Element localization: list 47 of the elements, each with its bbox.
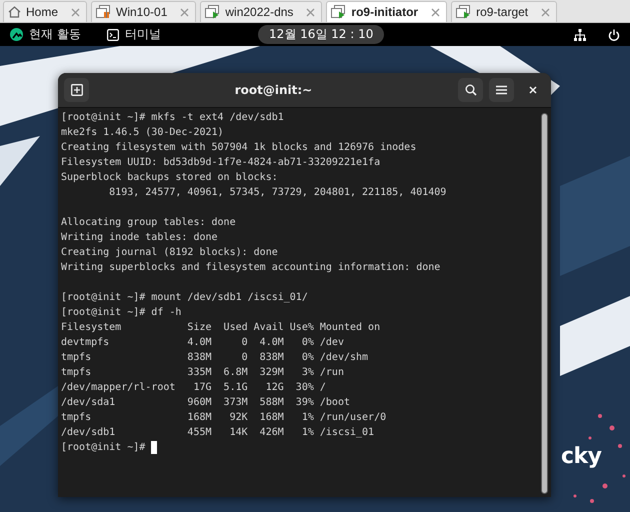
- text-cursor: [151, 441, 158, 454]
- terminal-line: Filesystem UUID: bd53db9d-1f7e-4824-ab71-33209221e1fa: [61, 156, 382, 170]
- terminal-line: /dev/mapper/rl-root 17G 5.1G 12G 30% /: [61, 381, 327, 395]
- search-icon: [464, 84, 476, 96]
- search-button[interactable]: [458, 78, 483, 102]
- terminal-icon: [106, 28, 119, 40]
- terminal-line: /dev/sda1 960M 373M 588M 39% /boot: [61, 396, 351, 410]
- scrollbar[interactable]: [541, 113, 548, 494]
- vm-tab[interactable]: win2022-dns: [200, 1, 322, 22]
- terminal-line: Writing inode tables: done: [61, 231, 219, 245]
- power-icon[interactable]: [608, 28, 620, 40]
- terminal-line: tmpfs 335M 6.8M 329M 3% /run: [61, 366, 345, 380]
- terminal-line: [root@init ~]# mkfs -t ext4 /dev/sdb1: [61, 111, 285, 125]
- menu-button[interactable]: [489, 78, 514, 102]
- new-tab-button[interactable]: [64, 78, 89, 102]
- wallpaper-stripe: [0, 136, 40, 186]
- terminal-line: Creating journal (8192 blocks): done: [61, 246, 279, 260]
- vm-tab[interactable]: Win10-01: [91, 1, 196, 22]
- terminal-line: Allocating group tables: done: [61, 216, 237, 230]
- window-title: root@init:~: [234, 83, 314, 97]
- network-icon[interactable]: [574, 28, 586, 40]
- terminal-line: tmpfs 168M 92K 168M 1% /run/user/0: [61, 411, 388, 425]
- terminal-line: 8193, 24577, 40961, 57345, 73729, 204801, 221185, 401409: [108, 186, 448, 200]
- terminal-line: tmpfs 838M 0 838M 0% /dev/shm: [61, 351, 370, 365]
- close-icon[interactable]: [431, 8, 440, 16]
- vm-tab[interactable]: ro9-initiator: [326, 1, 448, 22]
- clock-button[interactable]: 12월 16일 12 : 10: [258, 25, 384, 44]
- wallpaper-logo-text: cky: [561, 444, 602, 469]
- app-menu-button[interactable]: 터미널: [106, 26, 161, 43]
- terminal-line: Filesystem Size Used Avail Use% Mounted on: [61, 321, 382, 335]
- vm-tab[interactable]: ro9-target: [451, 1, 558, 22]
- terminal-line: [root@init ~]# mount /dev/sdb1 /iscsi_01/: [61, 291, 309, 305]
- menu-icon: [496, 85, 507, 95]
- terminal-line: Superblock backups stored on blocks:: [61, 171, 279, 185]
- logo-icon: [10, 28, 23, 41]
- vm-tab[interactable]: Home: [3, 1, 88, 22]
- terminal-line: Writing superblocks and filesystem accounting information: done: [61, 261, 442, 275]
- terminal-line: Creating filesystem with 507904 1k blocks and 126976 inodes: [61, 141, 418, 155]
- terminal-line: devtmpfs 4.0M 0 4.0M 0% /dev: [61, 336, 345, 350]
- house-icon: [8, 6, 21, 18]
- terminal-line: mke2fs 1.46.5 (30-Dec-2021): [61, 126, 225, 140]
- close-icon: [528, 86, 536, 94]
- terminal-line: [root@init ~]# df -h: [61, 306, 182, 320]
- new-tab-icon: [70, 84, 82, 96]
- activities-button[interactable]: 현재 활동: [10, 26, 81, 43]
- terminal-prompt: [root@init ~]#: [61, 441, 146, 455]
- terminal-line: /dev/sdb1 455M 14K 426M 1% /iscsi_01: [61, 426, 376, 440]
